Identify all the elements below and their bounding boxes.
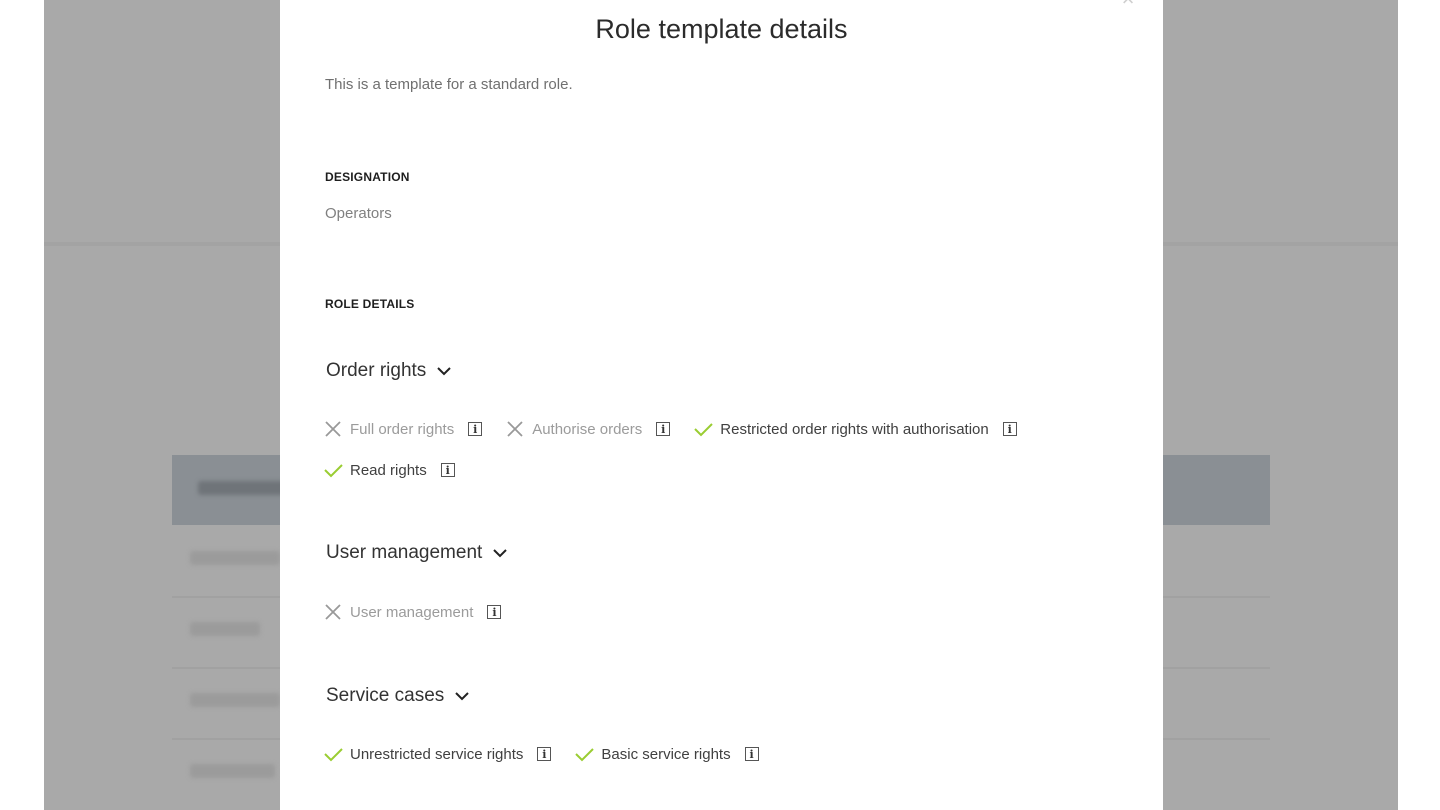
info-icon[interactable]: i xyxy=(1002,422,1017,436)
dialog-description: This is a template for a standard role. xyxy=(325,76,573,93)
right-label: Read rights xyxy=(350,461,427,479)
info-icon[interactable]: i xyxy=(537,747,552,761)
right-label: Unrestricted service rights xyxy=(350,745,524,763)
section-title: User management xyxy=(326,542,483,563)
right-item: Restricted order rights with authorisati… xyxy=(692,418,1017,440)
info-icon[interactable]: i xyxy=(744,747,759,761)
service-cases-list: Unrestricted service rights i Basic serv… xyxy=(322,743,781,765)
right-item: Authorise orders i xyxy=(504,418,671,440)
check-icon xyxy=(575,748,595,762)
chevron-down-icon xyxy=(437,367,452,376)
info-icon[interactable]: i xyxy=(468,422,483,436)
right-label: Restricted order rights with authorisati… xyxy=(720,420,989,438)
right-item: Basic service rights i xyxy=(573,743,759,765)
check-icon xyxy=(324,748,343,762)
right-label: Authorise orders xyxy=(532,420,643,438)
info-icon[interactable]: i xyxy=(656,422,671,436)
right-item: Unrestricted service rights i xyxy=(322,743,552,765)
cross-icon xyxy=(325,421,341,437)
designation-label: DESIGNATION xyxy=(325,170,410,184)
section-title: Order rights xyxy=(326,360,427,381)
order-rights-list: Full order rights i Authorise orders i R… xyxy=(322,418,1039,440)
role-template-dialog: × Role template details This is a templa… xyxy=(280,0,1163,810)
chevron-down-icon xyxy=(493,549,508,558)
close-icon[interactable]: × xyxy=(1115,0,1141,10)
user-management-list: User management i xyxy=(322,601,523,623)
right-item: Read rights i xyxy=(322,459,455,481)
section-title: Service cases xyxy=(326,685,445,706)
info-icon[interactable]: i xyxy=(487,605,502,619)
check-icon xyxy=(694,423,713,437)
section-user-management-toggle[interactable]: User management xyxy=(326,542,508,564)
right-label: Basic service rights xyxy=(601,745,731,763)
right-label: Full order rights xyxy=(350,420,455,438)
info-icon[interactable]: i xyxy=(440,463,455,477)
cross-icon xyxy=(507,421,523,437)
order-rights-list-row2: Read rights i xyxy=(322,459,477,481)
right-item: User management i xyxy=(322,601,502,623)
designation-value: Operators xyxy=(325,205,392,222)
dialog-title: Role template details xyxy=(595,14,848,44)
section-service-cases-toggle[interactable]: Service cases xyxy=(326,685,470,707)
section-order-rights-toggle[interactable]: Order rights xyxy=(326,360,452,382)
role-details-label: ROLE DETAILS xyxy=(325,297,415,311)
check-icon xyxy=(324,464,343,478)
right-label: User management xyxy=(350,603,474,621)
chevron-down-icon xyxy=(455,692,469,701)
right-item: Full order rights i xyxy=(322,418,483,440)
cross-icon xyxy=(325,604,341,620)
